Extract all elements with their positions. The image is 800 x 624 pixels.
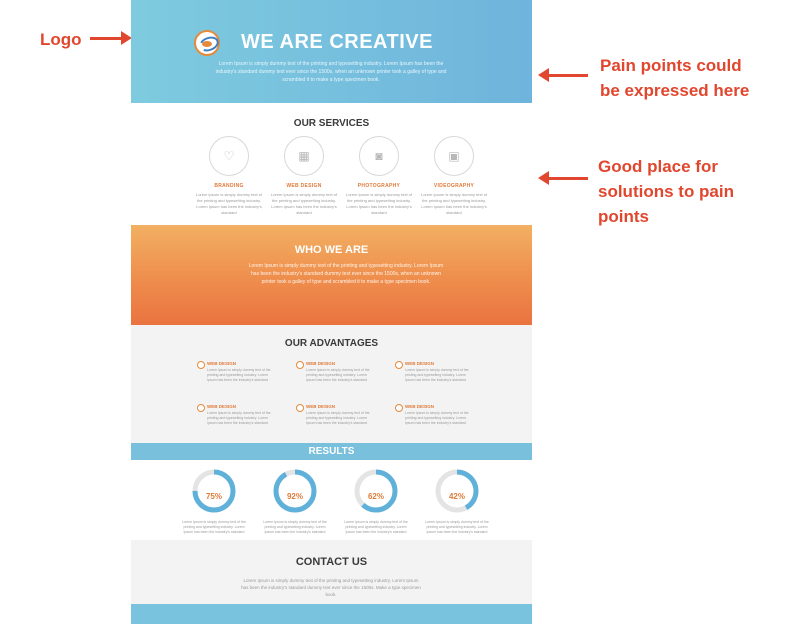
who-we-are-title: WHO WE ARE [294, 244, 369, 256]
stat-item: 62% Lorem Ipsum is simply dummy text of … [336, 468, 416, 535]
stat-item: 42% Lorem Ipsum is simply dummy text of … [417, 468, 497, 535]
advantage-text: Lorem Ipsum is simply dummy text of the … [207, 411, 271, 425]
hero-title: WE ARE CREATIVE [241, 31, 433, 53]
solutions-arrow [538, 171, 588, 185]
pain-points-arrow [538, 68, 588, 82]
stat-value: 75% [205, 492, 222, 501]
who-we-are-text: Lorem Ipsum is simply dummy text of the … [248, 263, 444, 285]
stat-text: Lorem Ipsum is simply dummy text of the … [425, 520, 489, 534]
hero-section: WE ARE CREATIVE Lorem Ipsum is simply du… [131, 0, 532, 103]
solutions-line-1: Good place for [598, 157, 718, 176]
circle-bullet-icon [197, 361, 205, 369]
service-card-photography[interactable]: ◙ PHOTOGRAPHY Lorem Ipsum is simply dumm… [343, 136, 415, 216]
service-circle: ▦ [284, 136, 324, 176]
stat-text: Lorem Ipsum is simply dummy text of the … [344, 520, 408, 534]
pain-points-annotation: Pain points could be expressed here [600, 53, 749, 103]
circle-bullet-icon [296, 404, 304, 412]
advantage-name: WEB DESIGN [405, 361, 435, 366]
stat-value: 42% [448, 492, 465, 501]
circle-bullet-icon [395, 361, 403, 369]
advantage-name: WEB DESIGN [405, 404, 435, 409]
advantage-text: Lorem Ipsum is simply dummy text of the … [207, 368, 271, 382]
stat-text: Lorem Ipsum is simply dummy text of the … [182, 520, 246, 534]
advantage-text: Lorem Ipsum is simply dummy text of the … [405, 411, 469, 425]
web-design-icon: ▦ [298, 149, 310, 163]
progress-ring [273, 469, 317, 513]
service-card-web-design[interactable]: ▦ WEB DESIGN Lorem Ipsum is simply dummy… [268, 136, 340, 216]
contact-section: CONTACT US Lorem Ipsum is simply dummy t… [131, 540, 532, 604]
circle-bullet-icon [296, 361, 304, 369]
advantage-text: Lorem Ipsum is simply dummy text of the … [306, 368, 370, 382]
pain-points-line-1: Pain points could [600, 56, 742, 75]
circle-bullet-icon [395, 404, 403, 412]
contact-title: CONTACT US [295, 556, 368, 568]
stat-item: 92% Lorem Ipsum is simply dummy text of … [255, 468, 335, 535]
service-text: Lorem Ipsum is simply dummy text of the … [270, 192, 338, 215]
service-text: Lorem Ipsum is simply dummy text of the … [195, 192, 263, 215]
service-name: WEB DESIGN [286, 183, 322, 189]
circle-bullet-icon [197, 404, 205, 412]
service-name: BRANDING [214, 183, 244, 189]
services-title: OUR SERVICES [293, 118, 370, 129]
stat-item: 75% Lorem Ipsum is simply dummy text of … [174, 468, 254, 535]
solutions-line-2: solutions to pain [598, 182, 734, 201]
service-text: Lorem Ipsum is simply dummy text of the … [345, 192, 413, 215]
progress-ring [192, 469, 236, 513]
results-section: 75% Lorem Ipsum is simply dummy text of … [131, 460, 532, 540]
advantage-name: WEB DESIGN [207, 361, 237, 366]
stat-text: Lorem Ipsum is simply dummy text of the … [263, 520, 327, 534]
heart-icon: ♡ [223, 149, 235, 163]
service-card-videography[interactable]: ▣ VIDEOGRAPHY Lorem Ipsum is simply dumm… [418, 136, 490, 216]
progress-ring [354, 469, 398, 513]
results-header: RESULTS [131, 443, 532, 460]
service-card-branding[interactable]: ♡ BRANDING Lorem Ipsum is simply dummy t… [193, 136, 265, 216]
stat-value: 62% [367, 492, 384, 501]
service-circle: ◙ [359, 136, 399, 176]
camera-icon: ◙ [375, 149, 383, 163]
logo-annotation: Logo [40, 30, 82, 49]
who-we-are-section: WHO WE ARE Lorem Ipsum is simply dummy t… [131, 225, 532, 325]
service-name: VIDEOGRAPHY [433, 183, 475, 189]
stat-value: 92% [286, 492, 303, 501]
service-name: PHOTOGRAPHY [357, 183, 401, 189]
advantage-text: Lorem Ipsum is simply dummy text of the … [306, 411, 370, 425]
advantage-name: WEB DESIGN [306, 404, 336, 409]
advantages-title: OUR ADVANTAGES [284, 338, 379, 349]
website-mockup: WE ARE CREATIVE Lorem Ipsum is simply du… [131, 0, 532, 624]
results-title: RESULTS [308, 446, 355, 457]
service-text: Lorem Ipsum is simply dummy text of the … [420, 192, 488, 215]
advantage-text: Lorem Ipsum is simply dummy text of the … [405, 368, 469, 382]
solutions-annotation: Good place for solutions to pain points [598, 154, 734, 229]
footer-strip [131, 604, 532, 624]
services-section: OUR SERVICES ♡ BRANDING Lorem Ipsum is s… [131, 103, 532, 225]
advantage-name: WEB DESIGN [207, 404, 237, 409]
hero-text: Lorem Ipsum is simply dummy text of the … [215, 61, 447, 83]
logo-arrow [90, 31, 132, 45]
video-icon: ▣ [448, 149, 460, 163]
contact-text: Lorem Ipsum is simply dummy text of the … [241, 578, 421, 597]
pain-points-line-2: be expressed here [600, 81, 750, 100]
service-circle: ▣ [434, 136, 474, 176]
advantages-section: OUR ADVANTAGES WEB DESIGN Lorem Ipsum is… [131, 325, 532, 443]
progress-ring [435, 469, 479, 513]
logo-icon[interactable] [194, 30, 220, 56]
service-circle: ♡ [209, 136, 249, 176]
advantage-name: WEB DESIGN [306, 361, 336, 366]
solutions-line-3: points [598, 207, 649, 226]
